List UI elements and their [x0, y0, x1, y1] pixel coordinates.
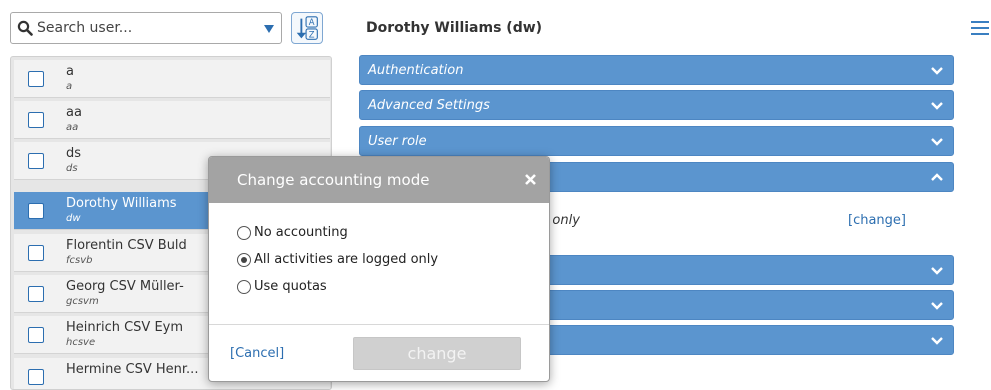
user-name: Hermine CSV Henr... — [66, 362, 199, 377]
dropdown-icon[interactable] — [264, 25, 274, 33]
cancel-link[interactable]: [Cancel] — [230, 346, 284, 361]
user-name: aa — [66, 105, 82, 120]
menu-icon[interactable] — [971, 21, 989, 37]
user-login: fcsvb — [66, 255, 93, 266]
chevron-down-icon — [931, 267, 943, 275]
user-name: Florentin CSV Buld — [66, 238, 187, 253]
svg-text:Z: Z — [309, 29, 315, 39]
dialog-divider — [209, 324, 549, 325]
user-checkbox[interactable] — [28, 153, 44, 169]
user-checkbox[interactable] — [28, 327, 44, 343]
section-label: Authentication — [368, 63, 464, 78]
user-checkbox[interactable] — [28, 286, 44, 302]
user-name: a — [66, 64, 74, 79]
user-checkbox[interactable] — [28, 203, 44, 219]
option-label: No accounting — [254, 225, 348, 240]
user-name: Heinrich CSV Eym — [66, 320, 184, 335]
user-name: ds — [66, 146, 82, 161]
chevron-down-icon — [931, 67, 943, 75]
search-box[interactable] — [10, 12, 282, 44]
radio-button-checked[interactable] — [237, 253, 251, 267]
user-login: gcsvm — [66, 296, 99, 307]
option-label: Use quotas — [254, 279, 327, 294]
user-checkbox[interactable] — [28, 71, 44, 87]
option-label: All activities are logged only — [254, 252, 439, 267]
section-authentication[interactable]: Authentication — [359, 55, 954, 85]
user-login: aa — [66, 122, 79, 133]
user-name: Dorothy Williams — [66, 196, 177, 211]
svg-text:A: A — [309, 17, 315, 27]
user-checkbox[interactable] — [28, 245, 44, 261]
chevron-down-icon — [931, 302, 943, 310]
user-login: hcsve — [66, 337, 96, 348]
user-list-item[interactable]: aa aa — [14, 101, 330, 139]
section-label: Advanced Settings — [368, 98, 490, 113]
user-login: ds — [66, 163, 78, 174]
change-accounting-link[interactable]: [change] — [848, 213, 906, 228]
user-name: Georg CSV Müller- — [66, 279, 184, 294]
chevron-up-icon — [931, 173, 943, 181]
page-title: Dorothy Williams (dw) — [366, 20, 543, 36]
search-row: A Z — [10, 12, 332, 44]
user-login: dw — [66, 213, 81, 224]
user-checkbox[interactable] — [28, 369, 44, 385]
section-advanced-settings[interactable]: Advanced Settings — [359, 90, 954, 120]
chevron-down-icon — [931, 102, 943, 110]
dialog-header: Change accounting mode — [209, 157, 549, 203]
user-login: a — [66, 81, 73, 92]
change-button[interactable]: change — [353, 337, 521, 370]
sort-az-button[interactable]: A Z — [291, 12, 323, 44]
user-list-item[interactable]: a a — [14, 60, 330, 98]
chevron-down-icon — [931, 337, 943, 345]
user-checkbox[interactable] — [28, 112, 44, 128]
sort-az-icon: A Z — [296, 16, 318, 40]
chevron-down-icon — [931, 138, 943, 146]
close-icon[interactable] — [525, 174, 536, 185]
section-label: User role — [368, 134, 427, 149]
dialog-title: Change accounting mode — [237, 171, 430, 189]
section-user-role[interactable]: User role — [359, 126, 954, 156]
search-input[interactable] — [37, 17, 247, 39]
change-accounting-mode-dialog: Change accounting mode No accounting All… — [208, 156, 550, 382]
radio-button[interactable] — [237, 280, 251, 294]
radio-button[interactable] — [237, 226, 251, 240]
search-icon — [17, 20, 33, 36]
